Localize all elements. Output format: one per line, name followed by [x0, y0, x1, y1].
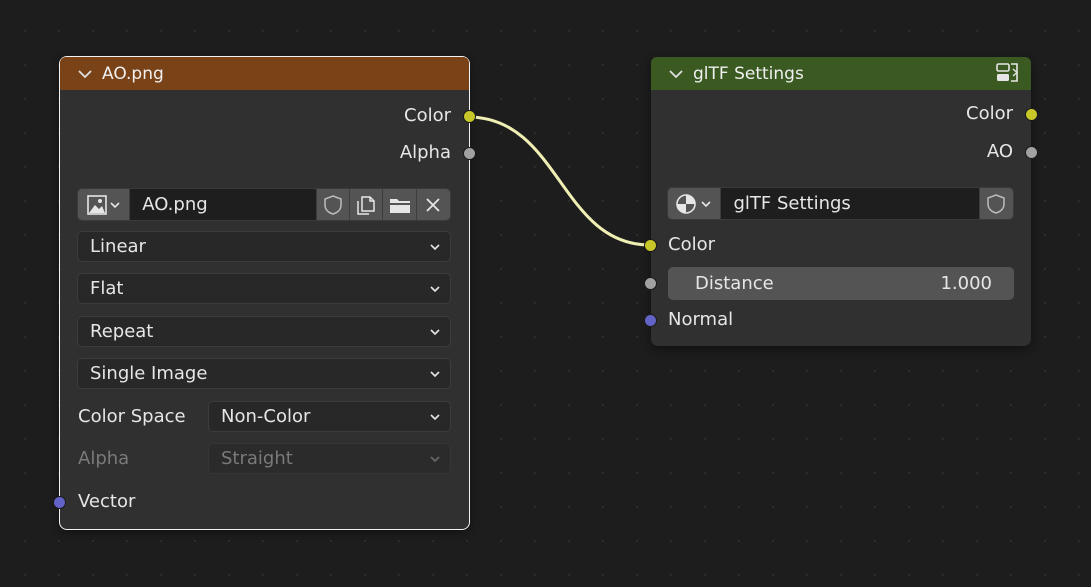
source-dropdown[interactable]: Single Image [77, 358, 451, 389]
node-tree-icon [676, 193, 711, 214]
node-tree-name-field[interactable]: glTF Settings [721, 188, 980, 219]
output-color-label: Color [966, 103, 1013, 124]
image-selector[interactable]: AO.png [77, 188, 451, 221]
input-color-label: Color [668, 234, 715, 255]
chevron-down-icon [430, 414, 440, 421]
duplicate-image-button[interactable] [350, 189, 384, 220]
image-node-title: AO.png [102, 63, 164, 84]
node-tree-name-value: glTF Settings [733, 193, 851, 214]
image-browse-button[interactable] [78, 189, 131, 220]
node-tree-browse-button[interactable] [668, 188, 722, 219]
fake-user-button[interactable] [979, 188, 1013, 219]
alpha-mode-dropdown: Straight [208, 443, 451, 474]
close-icon [426, 197, 440, 212]
color-space-dropdown[interactable]: Non-Color [208, 401, 451, 432]
folder-icon [389, 198, 410, 213]
alpha-mode-value: Straight [221, 448, 293, 469]
input-normal-socket[interactable] [644, 314, 657, 327]
projection-value: Flat [90, 278, 124, 299]
chevron-down-icon[interactable] [667, 65, 685, 83]
shield-icon [324, 194, 342, 215]
gltf-settings-node[interactable]: glTF Settings Color AO glTF Settings Col… [644, 57, 1038, 346]
shield-icon [987, 193, 1006, 214]
image-texture-node[interactable]: AO.png Color Alpha AO.png Linear Flat Re… [53, 56, 476, 530]
gltf-node-title: glTF Settings [693, 63, 804, 84]
node-tree-selector[interactable]: glTF Settings [667, 187, 1014, 220]
fake-user-button[interactable] [316, 189, 351, 220]
extension-value: Repeat [90, 321, 154, 342]
interpolation-dropdown[interactable]: Linear [77, 231, 451, 262]
image-icon [86, 194, 120, 215]
node-group-icon[interactable] [995, 60, 1021, 86]
alpha-mode-label: Alpha [78, 448, 130, 469]
color-space-value: Non-Color [221, 406, 311, 427]
chevron-down-icon [430, 371, 440, 378]
extension-dropdown[interactable]: Repeat [77, 316, 451, 347]
image-name-value: AO.png [142, 194, 208, 215]
projection-dropdown[interactable]: Flat [77, 273, 451, 304]
output-color-socket[interactable] [463, 110, 476, 123]
input-vector-socket[interactable] [53, 496, 66, 509]
output-alpha-label: Alpha [399, 142, 451, 163]
distance-label: Distance [695, 273, 774, 294]
interpolation-value: Linear [90, 236, 146, 257]
open-image-button[interactable] [383, 189, 417, 220]
color-space-label: Color Space [78, 406, 186, 427]
chevron-down-icon[interactable] [76, 65, 94, 83]
input-normal-label: Normal [668, 309, 734, 330]
image-name-field[interactable]: AO.png [130, 189, 317, 220]
unlink-image-button[interactable] [416, 189, 450, 220]
duplicate-icon [357, 195, 376, 215]
output-ao-socket[interactable] [1025, 146, 1038, 159]
distance-value: 1.000 [940, 273, 992, 294]
output-color-socket[interactable] [1025, 108, 1038, 121]
output-alpha-socket[interactable] [463, 147, 476, 160]
distance-slider[interactable]: Distance 1.000 [668, 267, 1014, 300]
input-color-socket[interactable] [644, 239, 657, 252]
input-vector-label: Vector [78, 491, 136, 512]
chevron-down-icon [430, 456, 440, 463]
chevron-down-icon [430, 286, 440, 293]
chevron-down-icon [430, 244, 440, 251]
gltf-node-header[interactable]: glTF Settings [651, 57, 1031, 90]
output-color-label: Color [404, 105, 451, 126]
source-value: Single Image [90, 363, 208, 384]
chevron-down-icon [430, 329, 440, 336]
input-distance-socket[interactable] [644, 277, 657, 290]
image-node-header[interactable]: AO.png [60, 57, 469, 90]
output-ao-label: AO [986, 141, 1013, 162]
